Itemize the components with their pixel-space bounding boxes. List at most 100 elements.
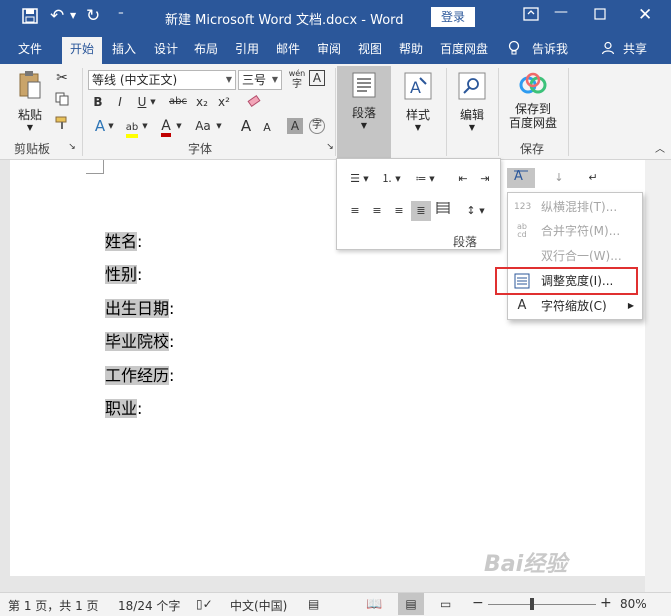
- paragraph-panel: ☰ ▼ ⒈ ▼ ≔ ▼ ⇤ ⇥ ≡ ≡ ≡ ≣ ↕ ▼ 段落: [336, 158, 501, 250]
- clear-formatting-icon[interactable]: [244, 92, 264, 112]
- doc-line-birthdate[interactable]: 出生日期:: [105, 292, 174, 325]
- customize-qat-icon[interactable]: ⁼: [118, 8, 124, 21]
- line-spacing-dropdown-icon[interactable]: ▼: [477, 201, 487, 221]
- paragraph-button[interactable]: 段落 ▼: [337, 66, 391, 158]
- shrink-font-button[interactable]: A: [257, 118, 277, 138]
- align-right-icon[interactable]: ≡: [389, 201, 409, 221]
- editing-dropdown-icon: ▼: [468, 123, 476, 132]
- paste-button[interactable]: 粘贴 ▼: [10, 70, 50, 134]
- align-center-icon[interactable]: ≡: [367, 201, 387, 221]
- font-color-button[interactable]: A: [156, 116, 176, 137]
- tab-baidu-netdisk[interactable]: 百度网盘: [436, 40, 492, 64]
- change-case-button[interactable]: Aa: [190, 116, 216, 136]
- proofing-icon[interactable]: ▯✓: [196, 597, 213, 611]
- menu-item-combine-chars[interactable]: ab cd 合并字符(M)...: [508, 219, 642, 243]
- doc-line-occupation[interactable]: 职业:: [105, 392, 142, 425]
- web-layout-icon[interactable]: ▭: [440, 597, 451, 611]
- sort-icon[interactable]: ↓: [549, 168, 569, 188]
- styles-label: 样式: [405, 108, 430, 122]
- read-mode-icon[interactable]: 📖: [366, 597, 382, 612]
- zoom-level[interactable]: 80%: [620, 597, 647, 611]
- macro-icon[interactable]: ▤: [308, 597, 319, 611]
- font-size-select[interactable]: 三号 ▼: [238, 70, 282, 90]
- editing-button[interactable]: 编辑 ▼: [452, 68, 492, 156]
- tab-design[interactable]: 设计: [148, 40, 184, 64]
- doc-line-name[interactable]: 姓名:: [105, 225, 142, 258]
- decrease-indent-icon[interactable]: ⇤: [453, 169, 473, 189]
- copy-icon[interactable]: [52, 92, 72, 112]
- highlight-dropdown-icon[interactable]: ▼: [140, 116, 150, 136]
- zoom-out-button[interactable]: −: [472, 595, 484, 611]
- justify-icon[interactable]: ≣: [411, 201, 431, 221]
- tab-home[interactable]: 开始: [62, 37, 102, 64]
- phonetic-guide-button[interactable]: wén 字: [287, 68, 307, 90]
- language-status[interactable]: 中文(中国): [230, 597, 287, 614]
- page-count[interactable]: 第 1 页，共 1 页: [8, 597, 99, 614]
- numbering-dropdown-icon[interactable]: ▼: [393, 169, 403, 189]
- tab-review[interactable]: 审阅: [311, 40, 347, 64]
- tab-references[interactable]: 引用: [229, 40, 265, 64]
- increase-indent-icon[interactable]: ⇥: [475, 169, 495, 189]
- distributed-icon[interactable]: [433, 201, 453, 221]
- tab-help[interactable]: 帮助: [393, 40, 429, 64]
- menu-item-two-lines-in-one[interactable]: 双行合一(W)...: [508, 244, 642, 268]
- bold-button[interactable]: B: [88, 92, 108, 112]
- collapse-ribbon-icon[interactable]: ︿: [650, 140, 670, 160]
- menu-item-char-scale[interactable]: A 字符缩放(C) ▶: [508, 294, 642, 318]
- doc-line-experience[interactable]: 工作经历:: [105, 359, 174, 392]
- multilevel-dropdown-icon[interactable]: ▼: [427, 169, 437, 189]
- strikethrough-button[interactable]: abc: [166, 92, 190, 112]
- tell-me-search[interactable]: 告诉我: [528, 40, 572, 64]
- redo-icon[interactable]: ↻: [86, 6, 100, 26]
- change-case-dropdown-icon[interactable]: ▼: [214, 116, 224, 136]
- char-border-button[interactable]: A: [309, 70, 325, 86]
- underline-dropdown-icon[interactable]: ▼: [148, 92, 158, 112]
- tab-mailings[interactable]: 邮件: [270, 40, 306, 64]
- tab-layout[interactable]: 布局: [188, 40, 224, 64]
- close-icon[interactable]: ✕: [638, 5, 652, 25]
- enclose-chars-button[interactable]: 字: [309, 118, 325, 134]
- minimize-icon[interactable]: —: [554, 4, 568, 20]
- undo-icon[interactable]: ↶: [50, 6, 64, 26]
- zoom-slider-thumb[interactable]: [530, 598, 534, 610]
- paste-label: 粘贴: [17, 108, 42, 122]
- text-effects-dropdown-icon[interactable]: ▼: [106, 116, 116, 136]
- save-to-baidu-button[interactable]: 保存到 百度网盘: [502, 68, 564, 138]
- tab-view[interactable]: 视图: [352, 40, 388, 64]
- subscript-button[interactable]: x₂: [192, 92, 212, 112]
- styles-button[interactable]: A 样式 ▼: [398, 68, 438, 156]
- maximize-icon[interactable]: [594, 8, 606, 24]
- doc-line-school[interactable]: 毕业院校:: [105, 325, 174, 358]
- align-left-icon[interactable]: ≡: [345, 201, 365, 221]
- char-shading-button[interactable]: A: [287, 118, 303, 134]
- bullets-dropdown-icon[interactable]: ▼: [361, 169, 371, 189]
- tab-insert[interactable]: 插入: [106, 40, 142, 64]
- save-icon[interactable]: [22, 8, 38, 28]
- cut-icon[interactable]: ✂: [52, 68, 72, 88]
- zoom-slider[interactable]: [488, 598, 596, 610]
- chevron-down-icon: ▼: [271, 75, 278, 84]
- ribbon-tab-bar: 文件 开始 插入 设计 布局 引用 邮件 审阅 视图 帮助 百度网盘 告诉我 共…: [0, 34, 671, 64]
- highlight-button[interactable]: ab: [122, 116, 142, 138]
- zoom-in-button[interactable]: +: [600, 595, 612, 611]
- superscript-button[interactable]: x²: [214, 92, 234, 112]
- menu-item-vertical-horizontal[interactable]: 123 纵横混排(T)...: [508, 195, 642, 219]
- clipboard-launcher-icon[interactable]: ↘: [66, 140, 78, 154]
- doc-line-gender[interactable]: 性别:: [105, 258, 142, 291]
- italic-button[interactable]: I: [110, 92, 130, 112]
- format-painter-icon[interactable]: [52, 116, 72, 136]
- asian-layout-icon[interactable]: A: [507, 168, 535, 188]
- show-marks-icon[interactable]: ↵: [583, 168, 603, 188]
- login-button[interactable]: 登录: [431, 7, 475, 27]
- ribbon-display-options-icon[interactable]: [523, 7, 539, 25]
- font-name-select[interactable]: 等线 (中文正文) ▼: [88, 70, 236, 90]
- undo-dropdown-icon[interactable]: ▼: [70, 11, 76, 20]
- font-color-dropdown-icon[interactable]: ▼: [174, 116, 184, 136]
- vertical-scrollbar[interactable]: [645, 160, 671, 592]
- print-layout-icon[interactable]: ▤: [398, 593, 424, 615]
- word-count[interactable]: 18/24 个字: [118, 597, 180, 614]
- search-icon: [458, 72, 486, 100]
- grow-font-button[interactable]: A: [236, 116, 256, 136]
- share-button[interactable]: 共享: [618, 40, 652, 64]
- tab-file[interactable]: 文件: [10, 40, 50, 64]
